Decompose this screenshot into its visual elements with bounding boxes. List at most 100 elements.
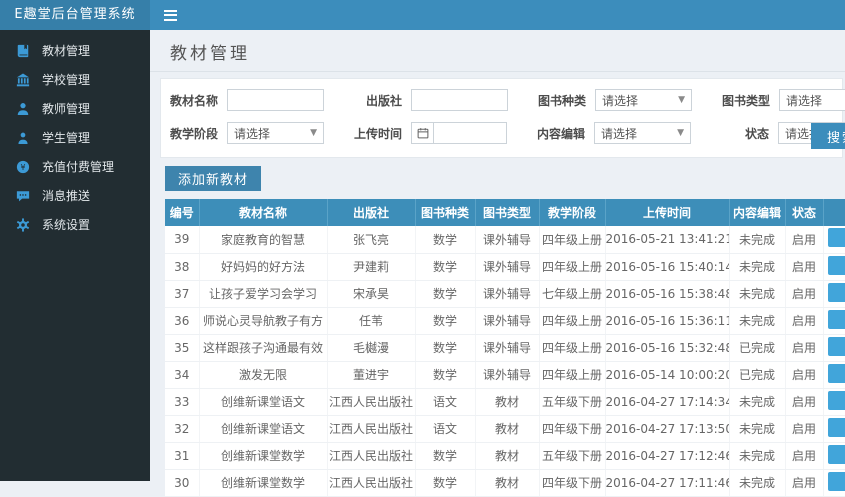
column-header: 教学阶段: [539, 199, 605, 226]
book-type-select[interactable]: 请选择 ▼: [779, 89, 845, 111]
sidebar-item-message-push[interactable]: 消息推送: [0, 181, 150, 210]
book-icon: [15, 43, 30, 58]
table-cell: 已完成: [729, 334, 785, 361]
upload-time-label: 上传时间: [351, 125, 411, 142]
teacher-icon: [15, 101, 30, 116]
table-cell: 启用: [785, 442, 823, 469]
table-cell: 数学: [415, 334, 475, 361]
book-type-value: 请选择: [786, 92, 822, 109]
chevron-down-icon: ▼: [677, 128, 684, 138]
row-action-button[interactable]: [828, 391, 845, 410]
row-action-button[interactable]: [828, 283, 845, 302]
app-logo[interactable]: E趣堂后台管理系统: [0, 0, 150, 30]
row-action-button[interactable]: [828, 256, 845, 275]
table-cell: 尹建莉: [327, 253, 415, 280]
table-cell: 教材: [475, 415, 539, 442]
page-title: 教材管理: [170, 39, 825, 64]
table-row: 37让孩子爱学习会学习宋承昊数学课外辅导七年级上册2016-05-16 15:3…: [165, 280, 845, 307]
sidebar-item-school-management[interactable]: 学校管理: [0, 65, 150, 94]
table-cell: 任苇: [327, 307, 415, 334]
column-header: 图书类型: [475, 199, 539, 226]
content-editor-value: 请选择: [601, 125, 637, 142]
table-cell: 师说心灵导航教子有方: [199, 307, 327, 334]
table-cell: 江西人民出版社: [327, 469, 415, 496]
table-cell: 四年级上册: [539, 226, 605, 253]
row-action-button[interactable]: [828, 445, 845, 464]
sidebar-item-label: 充值付费管理: [42, 158, 114, 175]
column-header: 状态: [785, 199, 823, 226]
table-cell: 31: [165, 442, 199, 469]
textbook-name-input[interactable]: [227, 89, 324, 111]
book-category-label: 图书种类: [535, 92, 595, 109]
table-cell: 创维新课堂数学: [199, 442, 327, 469]
column-header: 出版社: [327, 199, 415, 226]
table-cell: 2016-05-16 15:40:14: [605, 253, 729, 280]
sidebar-item-label: 学生管理: [42, 129, 90, 146]
row-action-button[interactable]: [828, 418, 845, 437]
table-cell: 32: [165, 415, 199, 442]
table-cell: 启用: [785, 280, 823, 307]
table-cell: 七年级上册: [539, 280, 605, 307]
filter-row-2: 教学阶段 请选择 ▼ 上传时间 内容编辑 请选择: [167, 122, 842, 144]
book-type-label: 图书类型: [719, 92, 779, 109]
table-row: 36师说心灵导航教子有方任苇数学课外辅导四年级上册2016-05-16 15:3…: [165, 307, 845, 334]
column-header: 上传时间: [605, 199, 729, 226]
publisher-input[interactable]: [411, 89, 508, 111]
table-cell: 好妈妈的好方法: [199, 253, 327, 280]
table-cell: 数学: [415, 361, 475, 388]
calendar-icon[interactable]: [411, 122, 433, 144]
table-cell: 课外辅导: [475, 280, 539, 307]
sidebar-item-textbook-management[interactable]: 教材管理: [0, 36, 150, 65]
column-header: 教材名称: [199, 199, 327, 226]
column-header: 图书种类: [415, 199, 475, 226]
row-action-button[interactable]: [828, 364, 845, 383]
filter-book-category: 图书种类 请选择 ▼: [535, 89, 692, 111]
sidebar-item-label: 学校管理: [42, 71, 90, 88]
filter-upload-time: 上传时间: [351, 122, 507, 144]
content-editor-label: 内容编辑: [534, 125, 594, 142]
table-cell: 未完成: [729, 226, 785, 253]
table-action-cell: [823, 415, 845, 442]
row-action-button[interactable]: [828, 472, 845, 491]
table-cell: 教材: [475, 388, 539, 415]
textbook-name-label: 教材名称: [167, 92, 227, 109]
chevron-down-icon: ▼: [310, 128, 317, 138]
teaching-stage-select[interactable]: 请选择 ▼: [227, 122, 324, 144]
sidebar-toggle-button[interactable]: [150, 0, 191, 30]
upload-time-datepicker: [411, 122, 507, 144]
table-cell: 创维新课堂数学: [199, 469, 327, 496]
table-cell: 未完成: [729, 253, 785, 280]
table-cell: 四年级上册: [539, 334, 605, 361]
table-action-cell: [823, 361, 845, 388]
table-cell: 33: [165, 388, 199, 415]
book-category-select[interactable]: 请选择 ▼: [595, 89, 692, 111]
table-cell: 37: [165, 280, 199, 307]
table-cell: 毛樾漫: [327, 334, 415, 361]
row-action-button[interactable]: [828, 337, 845, 356]
table-cell: 未完成: [729, 280, 785, 307]
add-textbook-button[interactable]: 添加新教材: [165, 166, 261, 191]
payment-icon: ¥: [15, 159, 30, 174]
content-editor-select[interactable]: 请选择 ▼: [594, 122, 691, 144]
table-cell: 启用: [785, 469, 823, 496]
table-cell: 四年级下册: [539, 469, 605, 496]
table-cell: 39: [165, 226, 199, 253]
table-cell: 启用: [785, 226, 823, 253]
sidebar-item-student-management[interactable]: 学生管理: [0, 123, 150, 152]
row-action-button[interactable]: [828, 310, 845, 329]
table-row: 30创维新课堂数学江西人民出版社数学教材四年级下册2016-04-27 17:1…: [165, 469, 845, 496]
sidebar-item-teacher-management[interactable]: 教师管理: [0, 94, 150, 123]
sidebar-item-payment-management[interactable]: ¥ 充值付费管理: [0, 152, 150, 181]
table-cell: 创维新课堂语文: [199, 415, 327, 442]
upload-time-input[interactable]: [433, 122, 507, 144]
table-cell: 30: [165, 469, 199, 496]
search-button[interactable]: 搜索: [811, 123, 845, 149]
page-header: 教材管理: [150, 30, 845, 72]
table-cell: 已完成: [729, 361, 785, 388]
top-navbar: E趣堂后台管理系统: [0, 0, 845, 30]
table-cell: 2016-05-16 15:38:48: [605, 280, 729, 307]
sidebar-item-system-settings[interactable]: 系统设置: [0, 210, 150, 239]
table-row: 35这样跟孩子沟通最有效毛樾漫数学课外辅导四年级上册2016-05-16 15:…: [165, 334, 845, 361]
row-action-button[interactable]: [828, 228, 845, 247]
table-cell: 课外辅导: [475, 361, 539, 388]
